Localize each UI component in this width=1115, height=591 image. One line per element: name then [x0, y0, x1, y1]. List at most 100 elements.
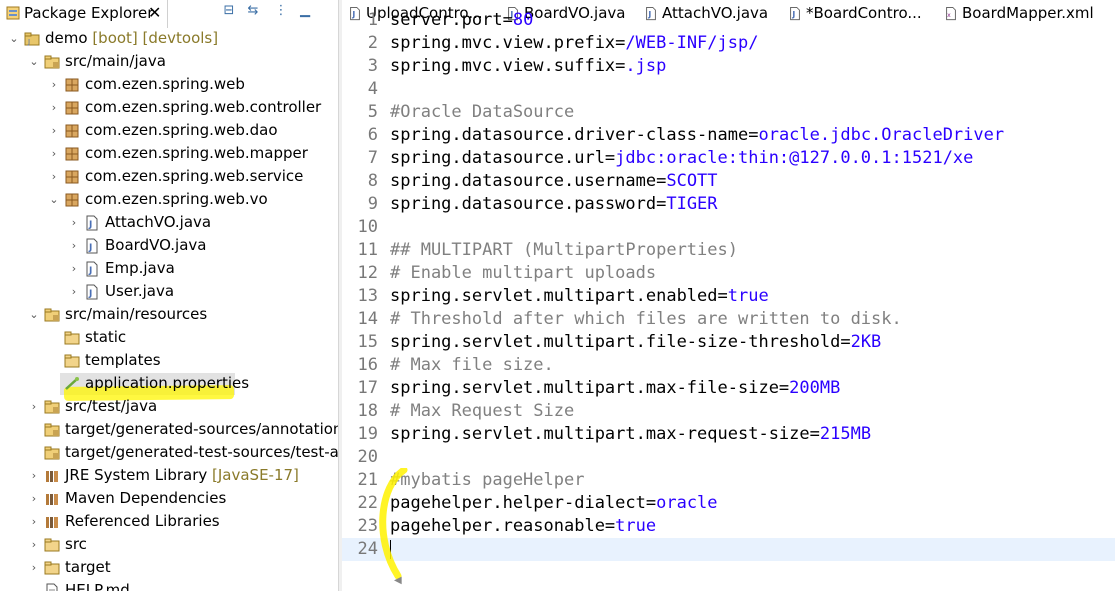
project-icon: J — [24, 32, 40, 46]
tree-item[interactable]: › Referenced Libraries — [0, 510, 338, 533]
chevron-right-icon[interactable]: › — [48, 96, 60, 119]
code-line[interactable]: 21 #mybatis pageHelper — [342, 469, 1115, 492]
tree-item[interactable]: › J BoardVO.java — [0, 234, 338, 257]
java-file-icon: J — [86, 284, 98, 300]
code-area[interactable]: 1 server.port=80 2 spring.mvc.view.prefix=/… — [342, 10, 1115, 591]
code-line[interactable]: 20 — [342, 446, 1115, 469]
chevron-right-icon[interactable]: › — [28, 464, 40, 487]
code-line[interactable]: 16 # Max file size. — [342, 354, 1115, 377]
code-line[interactable]: 24 — [342, 538, 1115, 561]
link-with-editor-icon[interactable]: ⇆ — [244, 2, 262, 20]
code-line[interactable]: 13 spring.servlet.multipart.enabled=true — [342, 285, 1115, 308]
source-folder-icon — [44, 308, 60, 322]
tree-item[interactable]: target/generated-sources/annotations — [0, 418, 338, 441]
tree-item[interactable]: › Maven Dependencies — [0, 487, 338, 510]
line-number: 17 — [357, 378, 378, 398]
chevron-down-icon[interactable]: ⌄ — [8, 27, 20, 50]
code-line[interactable]: 8 spring.datasource.username=SCOTT — [342, 170, 1115, 193]
code-line[interactable]: 1 server.port=80 — [342, 9, 1115, 32]
tree-item[interactable]: ⌄ src/main/resources — [0, 303, 338, 326]
chevron-right-icon[interactable]: › — [48, 119, 60, 142]
tree-item[interactable]: › src — [0, 533, 338, 556]
line-number: 6 — [367, 125, 378, 145]
chevron-right-icon[interactable]: › — [28, 510, 40, 533]
tree-item[interactable]: ⌄ com.ezen.spring.web.vo — [0, 188, 338, 211]
chevron-right-icon[interactable]: › — [28, 533, 40, 556]
chevron-right-icon[interactable]: › — [68, 257, 80, 280]
code-line[interactable]: 12 # Enable multipart uploads — [342, 262, 1115, 285]
chevron-right-icon[interactable]: › — [68, 280, 80, 303]
view-menu-icon[interactable]: ⋮ — [272, 2, 290, 20]
property-key: spring.datasource.password= — [390, 194, 667, 214]
chevron-down-icon[interactable]: ⌄ — [48, 188, 60, 211]
code-line[interactable]: 4 — [342, 78, 1115, 101]
chevron-right-icon[interactable]: › — [28, 395, 40, 418]
tree-item[interactable]: › JRE System Library [JavaSE-17] — [0, 464, 338, 487]
tree-item[interactable]: › src/test/java — [0, 395, 338, 418]
property-key: spring.servlet.multipart.max-file-size= — [390, 378, 790, 398]
tree-item[interactable]: › J User.java — [0, 280, 338, 303]
java-file-icon: J — [86, 238, 98, 254]
chevron-right-icon[interactable]: › — [48, 165, 60, 188]
package-explorer: Package Explorer ✕ ⊟ ⇆ ⋮ ▁ ⌄ Jdemo [boot]… — [0, 0, 338, 591]
tree-item[interactable]: application.properties — [0, 372, 338, 395]
tree-item[interactable]: › com.ezen.spring.web — [0, 73, 338, 96]
chevron-right-icon[interactable]: › — [48, 73, 60, 96]
close-icon[interactable]: ✕ — [148, 3, 161, 22]
code-line[interactable]: 2 spring.mvc.view.prefix=/WEB-INF/jsp/ — [342, 32, 1115, 55]
chevron-right-icon[interactable]: › — [48, 142, 60, 165]
line-number: 5 — [367, 102, 378, 122]
code-line[interactable]: 15 spring.servlet.multipart.file-size-thr… — [342, 331, 1115, 354]
tree-item-label: com.ezen.spring.web.dao — [85, 121, 278, 139]
tree-item-label: com.ezen.spring.web.controller — [85, 98, 322, 116]
code-line[interactable]: 9 spring.datasource.password=TIGER — [342, 193, 1115, 216]
tree-item[interactable]: ⌄ Jdemo [boot] [devtools] — [0, 27, 338, 50]
code-line[interactable]: 10 — [342, 216, 1115, 239]
property-value: true — [615, 516, 657, 536]
tree-item[interactable]: ⌄ src/main/java — [0, 50, 338, 73]
line-number: 21 — [357, 470, 378, 490]
tree-item[interactable]: target/generated-test-sources/test-annot… — [0, 441, 338, 464]
tree-item[interactable]: static — [0, 326, 338, 349]
tree-item[interactable]: › com.ezen.spring.web.service — [0, 165, 338, 188]
line-number: 4 — [367, 79, 378, 99]
tree-item-label: AttachVO.java — [105, 213, 212, 231]
tree-item[interactable]: › com.ezen.spring.web.mapper — [0, 142, 338, 165]
tree-item[interactable]: › target — [0, 556, 338, 579]
code-line[interactable]: 14 # Threshold after which files are writ… — [342, 308, 1115, 331]
comment-text: # Threshold after which files are writte… — [390, 309, 902, 329]
code-line[interactable]: 18 # Max Request Size — [342, 400, 1115, 423]
tree-item[interactable]: › J AttachVO.java — [0, 211, 338, 234]
properties-file-icon — [65, 377, 79, 390]
code-line[interactable]: 23 pagehelper.reasonable=true — [342, 515, 1115, 538]
property-key: spring.datasource.username= — [390, 171, 667, 191]
chevron-down-icon[interactable]: ⌄ — [28, 50, 40, 73]
code-text: spring.datasource.password=TIGER — [390, 193, 718, 216]
tree-item[interactable]: › com.ezen.spring.web.controller — [0, 96, 338, 119]
line-number: 20 — [357, 447, 378, 467]
tree-item[interactable]: templates — [0, 349, 338, 372]
minimize-icon[interactable]: ▁ — [296, 2, 314, 20]
scroll-left-icon[interactable]: ◀ — [394, 575, 402, 586]
chevron-right-icon[interactable]: › — [68, 211, 80, 234]
code-line[interactable]: 22 pagehelper.helper-dialect=oracle — [342, 492, 1115, 515]
chevron-right-icon[interactable]: › — [28, 487, 40, 510]
tree-item-label: com.ezen.spring.web.mapper — [85, 144, 308, 162]
collapse-all-icon[interactable]: ⊟ — [220, 2, 238, 20]
code-line[interactable]: 3 spring.mvc.view.suffix=.jsp — [342, 55, 1115, 78]
code-line[interactable]: 17 spring.servlet.multipart.max-file-size… — [342, 377, 1115, 400]
tree-item[interactable]: HELP.md — [0, 579, 338, 591]
code-line[interactable]: 5 #Oracle DataSource — [342, 101, 1115, 124]
tree-item-label: Maven Dependencies — [65, 489, 227, 507]
code-line[interactable]: 6 spring.datasource.driver-class-name=ora… — [342, 124, 1115, 147]
tab-package-explorer[interactable]: Package Explorer ✕ — [0, 0, 168, 28]
chevron-right-icon[interactable]: › — [28, 556, 40, 579]
code-line[interactable]: 19 spring.servlet.multipart.max-request-s… — [342, 423, 1115, 446]
code-line[interactable]: 11 ## MULTIPART (MultipartProperties) — [342, 239, 1115, 262]
tree-item[interactable]: › com.ezen.spring.web.dao — [0, 119, 338, 142]
code-line[interactable]: 7 spring.datasource.url=jdbc:oracle:thin:… — [342, 147, 1115, 170]
chevron-right-icon[interactable]: › — [68, 234, 80, 257]
chevron-down-icon[interactable]: ⌄ — [28, 303, 40, 326]
tree-item[interactable]: › J Emp.java — [0, 257, 338, 280]
package-icon — [65, 193, 79, 207]
